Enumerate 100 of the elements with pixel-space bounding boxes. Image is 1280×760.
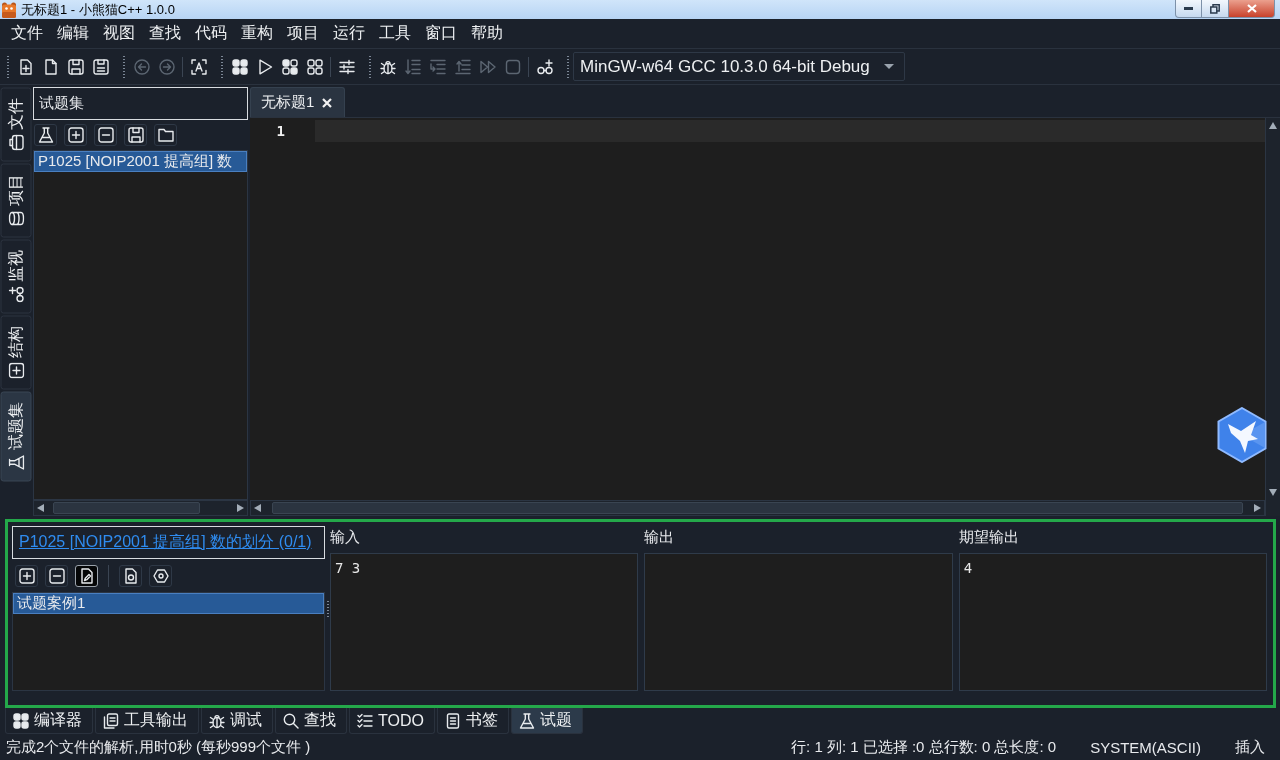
document-pencil-icon — [78, 567, 95, 584]
sliders-icon — [338, 58, 355, 75]
side-tab[interactable]: 结构 — [0, 315, 32, 389]
four-squares-icon — [231, 58, 248, 75]
close-button[interactable] — [1229, 0, 1275, 18]
cursor-position: 行: 1 列: 1 已选择 :0 总行数: 0 总长度: 0 — [791, 737, 1057, 757]
menu-item[interactable]: 工具 — [372, 23, 418, 44]
minus-square-icon — [48, 567, 65, 584]
column-label: 输入 — [330, 527, 360, 547]
save-button[interactable] — [124, 124, 147, 146]
menu-item[interactable]: 重构 — [234, 23, 280, 44]
remove-button[interactable] — [45, 564, 68, 587]
left-arrow-icon[interactable] — [254, 504, 262, 512]
column-label: 输出 — [644, 527, 675, 547]
bird-icon[interactable] — [1217, 407, 1267, 463]
problem-title-link[interactable]: P1025 [NOIP2001 提高组] 数的划分 (0/1) — [19, 532, 312, 553]
list-arrow-icon — [404, 58, 421, 75]
side-tab[interactable]: 监视 — [0, 239, 32, 313]
bottom-tab[interactable]: 工具输出 — [95, 708, 199, 734]
window-title: 无标题1 - 小熊猫C++ 1.0.0 — [21, 0, 175, 19]
briefcase-icon — [8, 134, 24, 151]
open-button[interactable] — [154, 124, 177, 146]
menu-item[interactable]: 窗口 — [418, 23, 464, 44]
new-problem-button[interactable] — [34, 124, 57, 146]
add-button[interactable] — [64, 124, 87, 146]
flask-icon — [37, 127, 54, 143]
case-item[interactable]: 试题案例1 — [13, 593, 324, 614]
stop-icon — [504, 58, 521, 75]
scrollbar-thumb[interactable] — [272, 502, 1243, 514]
minimize-button[interactable] — [1175, 0, 1202, 18]
fast-forward-icon — [479, 58, 496, 75]
menu-item[interactable]: 编辑 — [50, 23, 96, 44]
column-label: 期望输出 — [958, 527, 1019, 547]
right-arrow-icon[interactable] — [1253, 504, 1261, 512]
horizontal-scrollbar[interactable] — [33, 500, 248, 516]
line-number: 1 — [275, 122, 286, 141]
list-arrow-icon — [454, 58, 471, 75]
right-arrow-icon[interactable] — [236, 504, 244, 512]
folder-icon — [157, 127, 174, 143]
search-icon — [283, 712, 299, 729]
floppy-disk-icon — [67, 58, 84, 75]
minimize-icon — [1184, 7, 1193, 10]
case-text-area[interactable]: 7 3 — [330, 553, 639, 691]
status-message: 完成2个文件的解析,用时0秒 (每秒999个文件 ) — [6, 737, 312, 757]
side-tab[interactable]: 项目 — [0, 163, 32, 237]
close-icon[interactable] — [322, 97, 333, 108]
minus-square-icon — [97, 127, 114, 143]
menu-item[interactable]: 代码 — [188, 23, 234, 44]
remove-button[interactable] — [94, 124, 117, 146]
code-editor[interactable]: 1 — [250, 118, 1280, 516]
up-arrow-icon[interactable] — [1269, 122, 1277, 130]
bottom-tab[interactable]: TODO — [349, 708, 435, 734]
side-tab[interactable]: 试题集 — [0, 391, 32, 481]
settings-button[interactable] — [149, 564, 172, 587]
four-squares-icon — [306, 58, 323, 75]
document-plus-icon — [17, 58, 34, 75]
app-logo-icon — [1, 1, 17, 18]
splitter-handle[interactable] — [326, 600, 329, 617]
menu-item[interactable]: 帮助 — [464, 23, 510, 44]
checklist-icon — [357, 712, 373, 729]
bottom-tab[interactable]: 查找 — [275, 708, 347, 734]
run-case-button[interactable] — [119, 564, 142, 587]
play-icon — [256, 58, 273, 75]
four-squares-icon — [281, 58, 298, 75]
plus-square-icon — [8, 362, 24, 379]
glasses-plus-icon — [536, 58, 553, 75]
caret-icon — [884, 64, 894, 69]
vertical-scrollbar[interactable] — [1265, 118, 1280, 516]
menu-item[interactable]: 项目 — [280, 23, 326, 44]
copy-icon — [103, 712, 119, 729]
menu-item[interactable]: 视图 — [96, 23, 142, 44]
flask-icon — [518, 712, 535, 729]
horizontal-scrollbar[interactable] — [250, 500, 1265, 516]
bottom-tab[interactable]: 书签 — [436, 708, 509, 734]
left-arrow-circle-icon — [133, 58, 150, 75]
edit-button[interactable] — [75, 564, 98, 587]
glasses-plus-icon — [8, 286, 24, 303]
problem-item[interactable]: P1025 [NOIP2001 提高组] 数 — [34, 151, 247, 172]
plus-square-icon — [18, 567, 35, 584]
bottom-tab[interactable]: 调试 — [201, 708, 273, 734]
left-arrow-icon[interactable] — [37, 504, 45, 512]
bracketed-letter-icon — [190, 58, 207, 75]
plus-square-icon — [67, 127, 84, 143]
four-squares-icon — [13, 712, 29, 729]
menu-item[interactable]: 文件 — [4, 23, 50, 44]
insert-mode-label: 插入 — [1235, 737, 1265, 757]
bottom-tab[interactable]: 编译器 — [5, 708, 93, 734]
bottom-tab[interactable]: 试题 — [510, 708, 583, 734]
compiler-dropdown[interactable]: MinGW-w64 GCC 10.3.0 64-bit Debug — [573, 52, 905, 81]
case-text-area[interactable]: 4 — [958, 553, 1267, 691]
document-icon — [42, 58, 59, 75]
close-icon — [1246, 4, 1257, 13]
editor-tab[interactable]: 无标题1 — [250, 87, 346, 117]
maximize-button[interactable] — [1202, 0, 1229, 18]
menu-item[interactable]: 运行 — [326, 23, 372, 44]
down-arrow-icon[interactable] — [1269, 488, 1277, 496]
add-button[interactable] — [15, 564, 38, 587]
side-tab[interactable]: 文件 — [0, 87, 32, 161]
menu-item[interactable]: 查找 — [142, 23, 188, 44]
scrollbar-thumb[interactable] — [53, 502, 200, 514]
